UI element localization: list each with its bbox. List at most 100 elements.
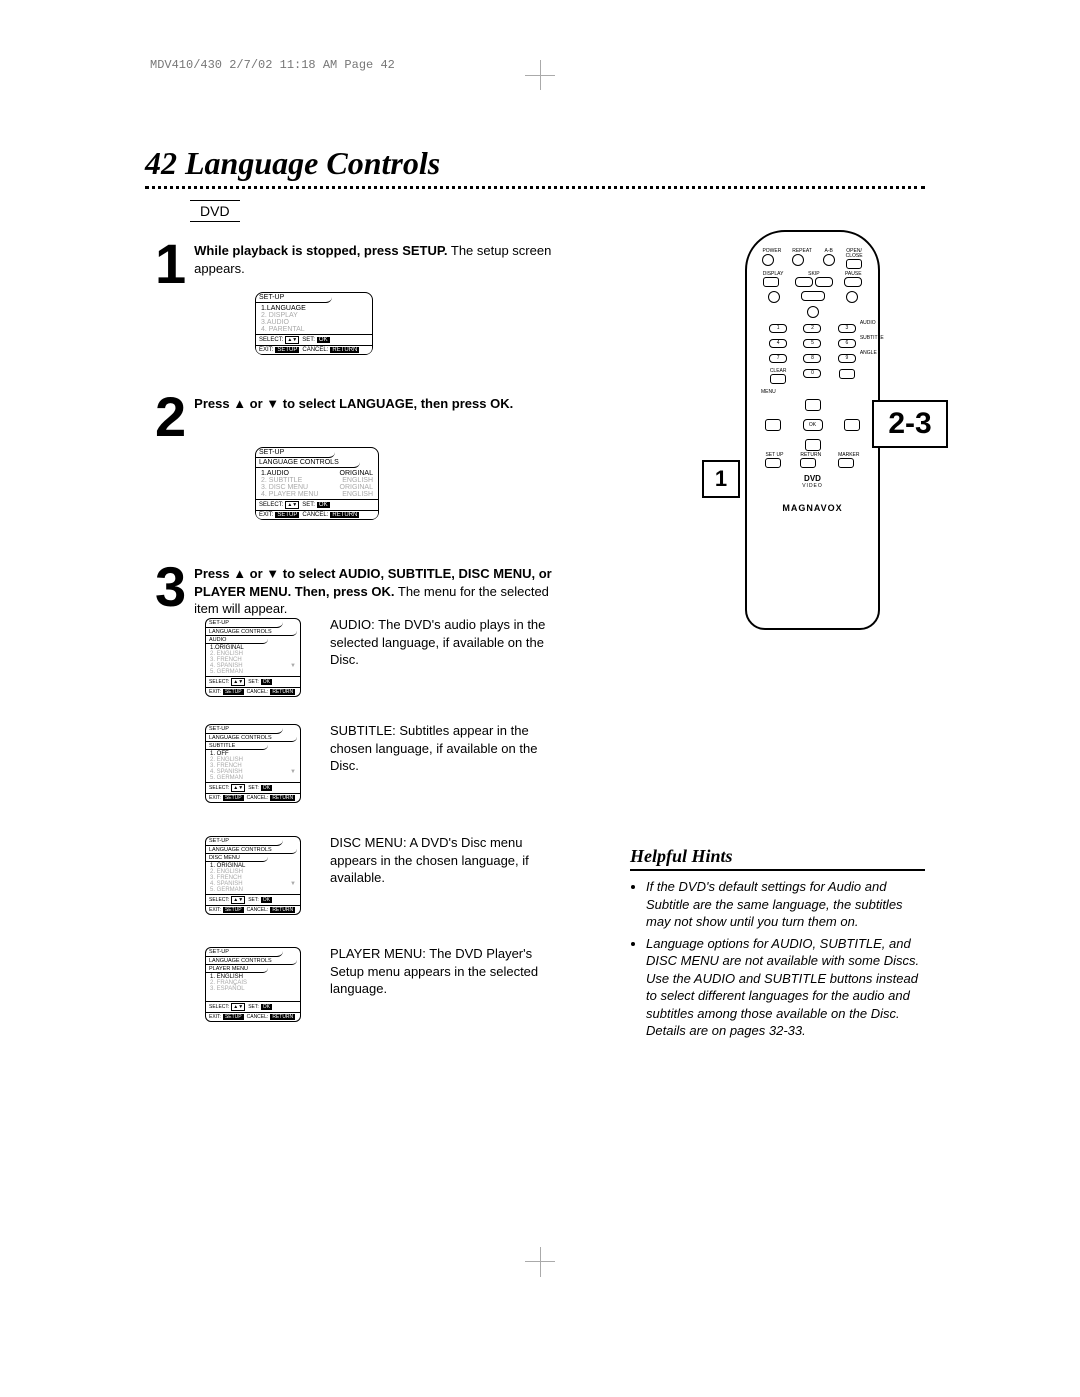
sub-subtitle: SET-UP LANGUAGE CONTROLS SUBTITLE 1. OFF… (205, 722, 555, 803)
title-text: Language Controls (185, 145, 440, 181)
repeat-button-icon (792, 254, 804, 266)
return-key: RETURN (330, 512, 359, 518)
open-label: OPEN/ CLOSE (846, 249, 863, 259)
stop-button-icon (807, 306, 819, 318)
diagram-item: 3.AUDIO (261, 319, 367, 326)
remote-illustration: POWER REPEAT A-B OPEN/ CLOSE DISPLAY SKI… (745, 230, 880, 630)
foot-label: EXIT: (209, 907, 221, 913)
num-button: 4 (769, 339, 787, 348)
dotted-rule (145, 186, 925, 189)
return-key: RETURN (270, 1014, 295, 1020)
sub-text: SUBTITLE: Subtitles appear in the chosen… (330, 722, 555, 775)
diagram-subtab: LANGUAGE CONTROLS (206, 846, 297, 854)
repeat-label: REPEAT (792, 249, 812, 254)
display-label: DISPLAY (763, 272, 784, 277)
diagram-item: 1.AUDIO (261, 470, 289, 477)
foot-label: SELECT: (209, 897, 229, 903)
ok-key: OK (317, 337, 330, 343)
pause-label: PAUSE (844, 272, 862, 277)
num-button: 0 (803, 369, 821, 378)
return-key: RETURN (270, 907, 295, 913)
menu-label: MENU (761, 390, 868, 395)
step-bold: Press ▲ or ▼ to select LANGUAGE, then pr… (194, 396, 513, 411)
foot-label: CANCEL: (247, 1014, 269, 1020)
scroll-indicator-icon: ▼ (290, 881, 296, 887)
play-button-icon (801, 291, 825, 301)
sub-playermenu: SET-UP LANGUAGE CONTROLS PLAYER MENU 1. … (205, 945, 555, 1022)
diagram-footer: EXIT:SETUPCANCEL:RETURN (206, 793, 300, 802)
sub-audio: SET-UP LANGUAGE CONTROLS AUDIO 1.ORIGINA… (205, 616, 555, 697)
step-1: 1 While playback is stopped, press SETUP… (155, 242, 555, 287)
crop-mark (540, 1247, 541, 1277)
step-2: 2 Press ▲ or ▼ to select LANGUAGE, then … (155, 395, 555, 440)
section-label: DVD (190, 200, 240, 222)
sub-text: PLAYER MENU: The DVD Player's Setup menu… (330, 945, 555, 998)
callout-2-3: 2-3 (872, 400, 948, 448)
foot-label: SET: (248, 1004, 259, 1010)
marker-button-icon (838, 458, 854, 468)
diagram-tab: SET-UP (256, 293, 332, 303)
ab-label: A-B (823, 249, 835, 254)
foot-label: EXIT: (259, 512, 273, 518)
foot-label: SELECT: (259, 337, 283, 343)
foot-label: CANCEL: (247, 689, 269, 695)
setup-key: SETUP (275, 512, 299, 518)
step-number: 1 (155, 242, 186, 287)
rew-button-icon (768, 291, 780, 303)
dvd-logo-sub: VIDEO (757, 483, 868, 489)
dvd-logo: DVD (757, 474, 868, 483)
number-pad: 1 2 3AUDIO 4 5 6SUBTITLE 7 8 9ANGLE CLEA… (765, 324, 860, 384)
foot-label: CANCEL: (302, 512, 328, 518)
diagram-item: 2. SUBTITLE (261, 477, 302, 484)
ff-button-icon (846, 291, 858, 303)
diagram-footer: SELECT:▲▼SET:OK (206, 782, 300, 793)
foot-label: EXIT: (209, 795, 221, 801)
sub-text: DISC MENU: A DVD's Disc menu appears in … (330, 834, 555, 887)
foot-label: EXIT: (259, 347, 273, 353)
setup-label: SET UP (765, 453, 783, 458)
right-button-icon (844, 419, 860, 431)
diagram-subtab2: DISC MENU (206, 854, 268, 862)
ok-key: OK (317, 502, 330, 508)
num-button: 9 (838, 354, 856, 363)
hint-item: If the DVD's default settings for Audio … (646, 878, 925, 931)
page-title: 42 Language Controls (145, 145, 440, 182)
num-button: 3 (838, 324, 856, 333)
diagram-tab: SET-UP (206, 948, 283, 957)
crop-mark (525, 1261, 555, 1262)
diagram-subtab2: AUDIO (206, 636, 268, 644)
skip-back-icon (795, 277, 813, 287)
diagram-value: ENGLISH (342, 491, 373, 498)
diagram-footer: EXIT:SETUP CANCEL:RETURN (256, 345, 372, 354)
diagram-footer: EXIT:SETUPCANCEL:RETURN (206, 687, 300, 696)
ab-button-icon (823, 254, 835, 266)
diagram-footer: SELECT:▲▼ SET:OK (256, 499, 378, 510)
clear-button-icon (770, 374, 786, 384)
foot-label: SET: (248, 785, 259, 791)
diagram-footer: EXIT:SETUPCANCEL:RETURN (206, 1012, 300, 1021)
setup-key: SETUP (223, 907, 244, 913)
clear-label: CLEAR (770, 369, 787, 374)
subtitle-label: SUBTITLE (860, 336, 884, 341)
step-3: 3 Press ▲ or ▼ to select AUDIO, SUBTITLE… (155, 565, 555, 618)
sub-discmenu: SET-UP LANGUAGE CONTROLS DISC MENU 1. OR… (205, 834, 555, 915)
hints-body: If the DVD's default settings for Audio … (630, 878, 925, 1044)
scroll-indicator-icon: ▼ (290, 769, 296, 775)
foot-label: SELECT: (209, 785, 229, 791)
foot-label: SELECT: (259, 502, 283, 508)
audio-label: AUDIO (860, 321, 876, 326)
diagram-footer: SELECT:▲▼SET:OK (206, 676, 300, 687)
foot-label: EXIT: (209, 1014, 221, 1020)
dpad: OK (757, 399, 868, 451)
step-text: While playback is stopped, press SETUP. … (155, 242, 555, 277)
arrow-icon: ▲▼ (231, 896, 245, 904)
diagram-subtab2: SUBTITLE (206, 742, 268, 750)
diagram-item: 4. PLAYER MENU (261, 491, 318, 498)
return-key: RETURN (270, 689, 295, 695)
foot-label: EXIT: (209, 689, 221, 695)
foot-label: CANCEL: (302, 347, 328, 353)
diagram-tab: SET-UP (206, 725, 283, 734)
page-header: MDV410/430 2/7/02 11:18 AM Page 42 (150, 58, 395, 72)
setup-key: SETUP (223, 795, 244, 801)
foot-label: SET: (302, 337, 315, 343)
